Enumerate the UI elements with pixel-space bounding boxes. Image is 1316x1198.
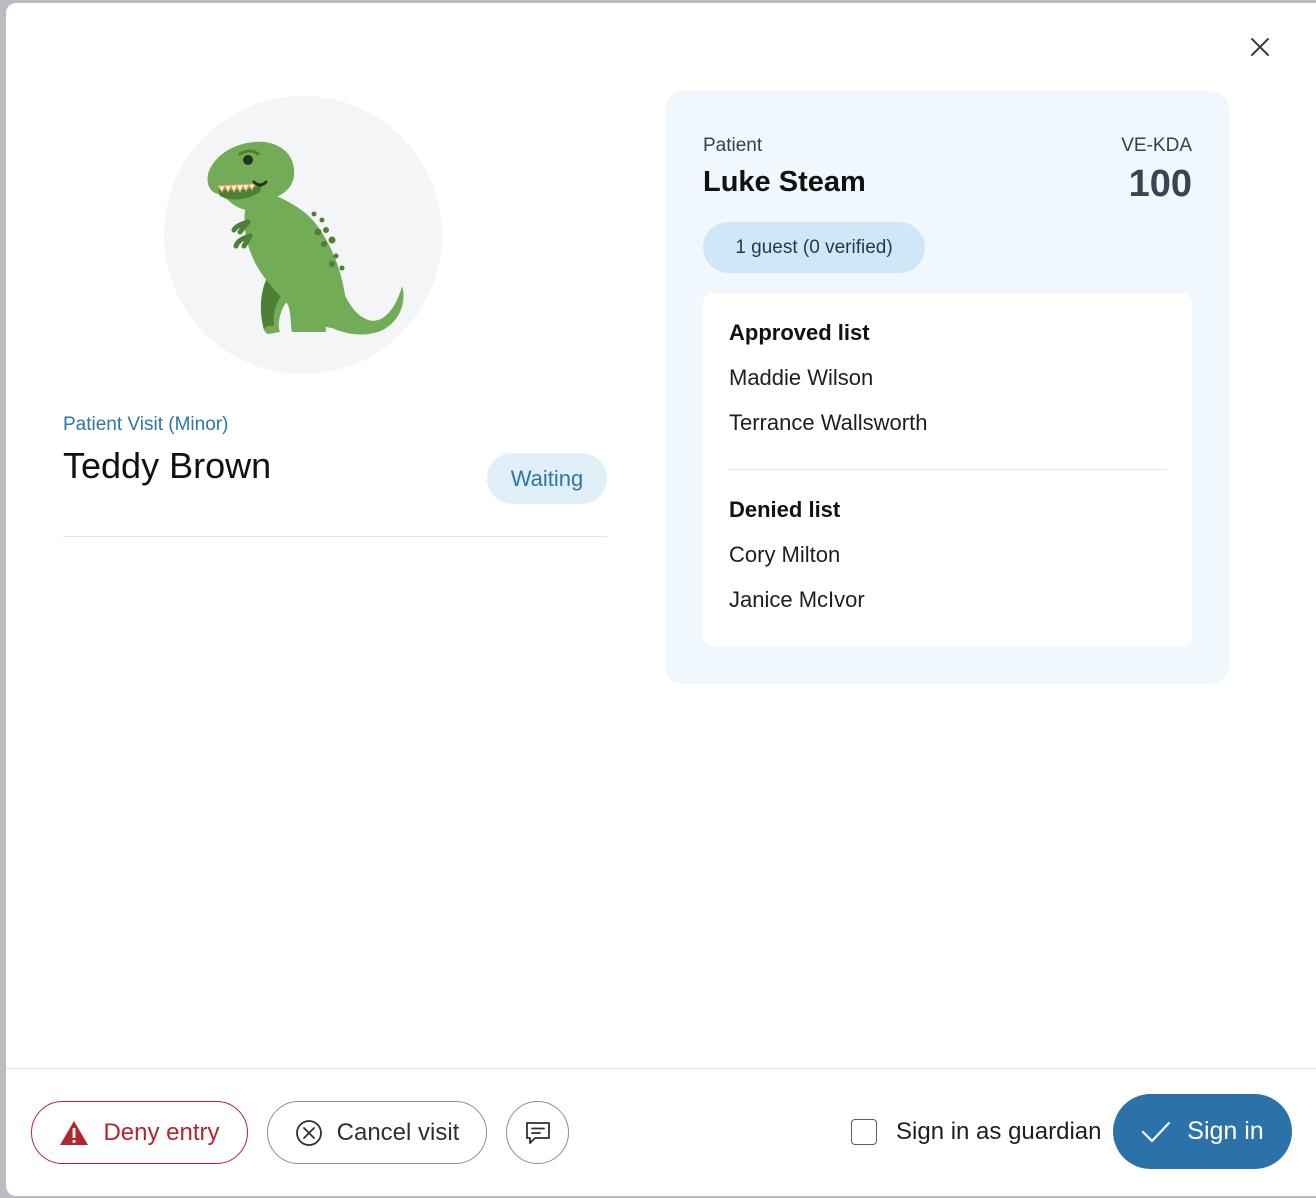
visitor-lists-panel: Approved list Maddie Wilson Terrance Wal… [703, 293, 1192, 646]
denied-list-heading: Denied list [729, 497, 841, 522]
checkmark-icon [1141, 1121, 1171, 1143]
warning-icon [59, 1120, 89, 1146]
message-icon [525, 1121, 550, 1144]
guardian-checkbox-label[interactable]: Sign in as guardian [896, 1118, 1101, 1146]
status-badge: Waiting [487, 453, 607, 504]
cancel-visit-button[interactable]: Cancel visit [267, 1101, 487, 1164]
guest-count-badge[interactable]: 1 guest (0 verified) [703, 222, 925, 273]
list-item: Janice McIvor [729, 587, 865, 612]
deny-entry-label: Deny entry [103, 1118, 220, 1146]
footer-divider [6, 1068, 1316, 1069]
patient-card: Patient Luke Steam VE-KDA 100 1 guest (0… [665, 91, 1229, 684]
close-icon [1251, 38, 1269, 56]
approved-list-heading: Approved list [729, 320, 870, 345]
patient-label: Patient [703, 135, 763, 156]
divider [729, 469, 1166, 470]
dinosaur-icon [207, 141, 404, 335]
message-button[interactable] [506, 1101, 569, 1164]
patient-name: Luke Steam [703, 166, 866, 198]
cancel-circle-icon [295, 1119, 323, 1147]
visit-dialog: Patient Visit (Minor) Teddy Brown Waitin… [6, 3, 1316, 1196]
deny-entry-button[interactable]: Deny entry [31, 1101, 248, 1164]
sign-in-button[interactable]: Sign in [1113, 1094, 1292, 1169]
divider [63, 536, 607, 537]
sign-in-label: Sign in [1187, 1117, 1264, 1145]
list-item: Maddie Wilson [729, 365, 874, 390]
avatar [164, 96, 442, 374]
unit-code: VE-KDA [1121, 135, 1192, 156]
guardian-checkbox[interactable] [851, 1119, 877, 1145]
visitor-name: Teddy Brown [63, 445, 272, 486]
room-number: 100 [1128, 163, 1192, 205]
list-item: Cory Milton [729, 542, 841, 567]
cancel-visit-label: Cancel visit [336, 1118, 460, 1146]
list-item: Terrance Wallsworth [729, 410, 928, 435]
visit-type-label: Patient Visit (Minor) [63, 414, 229, 435]
close-button[interactable] [1246, 33, 1274, 61]
